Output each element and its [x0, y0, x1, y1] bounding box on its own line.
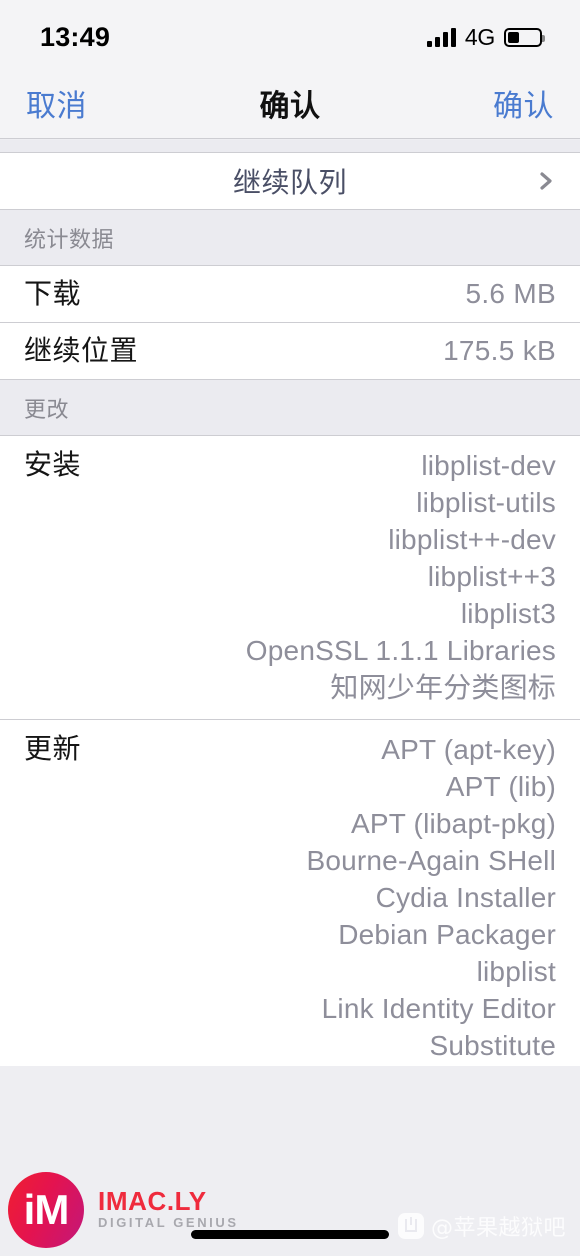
section-header-title: 统计数据 — [24, 226, 115, 252]
confirmation-table: 继续队列 统计数据 下载 5.6 MB 继续位置 175.5 kB 更改 安装 … — [0, 140, 580, 1078]
section-header-title: 更改 — [24, 396, 70, 422]
row-key: 更新 — [24, 733, 82, 764]
tieba-watermark: @苹果越狱吧 — [397, 1210, 566, 1242]
row-value: 175.5 kB — [443, 335, 556, 366]
battery-icon — [504, 27, 545, 47]
home-indicator[interactable] — [191, 1230, 389, 1239]
package-name: Debian Packager — [338, 919, 556, 950]
install-package-list: libplist-dev libplist-utils libplist++-dev… — [246, 449, 556, 705]
package-name: APT (apt-key) — [381, 734, 556, 765]
queue-row-label: 继续队列 — [232, 167, 347, 198]
table-row[interactable]: 更新 APT (apt-key) APT (lib) APT (libapt-pkg… — [0, 720, 580, 1078]
upgrade-package-list: APT (apt-key) APT (lib) APT (libapt-pkg) Bo… — [306, 733, 556, 1063]
package-name: OpenSSL 1.1.1 Libraries — [245, 635, 556, 666]
section-header-changes: 更改 — [0, 380, 580, 436]
table-row[interactable]: 下载 5.6 MB — [0, 266, 580, 323]
status-bar-indicators: 4G — [426, 23, 545, 51]
package-name: APT (libapt-pkg) — [351, 808, 556, 839]
package-name: Cydia Installer — [375, 882, 556, 913]
package-name: APT (lib) — [445, 771, 556, 802]
imacly-tagline: DIGITAL GENIUS — [98, 1214, 239, 1230]
package-name: 知网少年分类图标 — [330, 672, 556, 703]
row-value: 5.6 MB — [465, 278, 556, 309]
table-top-spacer — [0, 140, 580, 153]
status-bar-clock: 13:49 — [40, 21, 111, 52]
row-key: 安装 — [24, 449, 82, 480]
package-name: libplist3 — [460, 598, 556, 629]
package-name: libplist-dev — [421, 450, 556, 481]
package-name: Substitute — [429, 1030, 556, 1061]
confirm-button[interactable]: 确认 — [493, 81, 554, 125]
cancel-button[interactable]: 取消 — [26, 81, 87, 125]
imacly-name: IMAC.LY — [98, 1185, 207, 1216]
package-name: libplist — [476, 956, 556, 987]
tieba-handle: @苹果越狱吧 — [430, 1216, 566, 1241]
package-name: libplist++3 — [427, 561, 556, 592]
phone-screen: 13:49 4G 取消 确认 确认 继续队列 统计数据 下载 5.6 MB 继续… — [0, 0, 580, 1256]
row-key: 下载 — [24, 278, 82, 309]
status-bar: 13:49 4G — [0, 0, 580, 68]
table-row[interactable]: 继续位置 175.5 kB — [0, 323, 580, 380]
footer-area: iM IMAC.LY DIGITAL GENIUS @苹果越狱吧 — [0, 1066, 580, 1256]
navigation-bar: 取消 确认 确认 — [0, 68, 580, 139]
table-row[interactable]: 安装 libplist-dev libplist-utils libplist++-… — [0, 436, 580, 720]
row-key: 继续位置 — [24, 335, 139, 366]
chevron-right-icon — [536, 171, 556, 191]
imacly-monogram: iM — [23, 1186, 70, 1233]
network-type-label: 4G — [464, 23, 495, 50]
tieba-badge-icon — [397, 1213, 424, 1239]
package-name: Link Identity Editor — [321, 993, 556, 1024]
package-name: Bourne-Again SHell — [306, 845, 556, 876]
imacly-logo-icon: iM — [8, 1172, 84, 1248]
package-name: libplist-utils — [416, 487, 556, 518]
section-header-stats: 统计数据 — [0, 210, 580, 266]
package-name: libplist++-dev — [388, 524, 556, 555]
cellular-signal-icon — [426, 27, 456, 47]
queue-row[interactable]: 继续队列 — [0, 153, 580, 210]
imacly-wordmark: IMAC.LY DIGITAL GENIUS — [98, 1188, 239, 1229]
